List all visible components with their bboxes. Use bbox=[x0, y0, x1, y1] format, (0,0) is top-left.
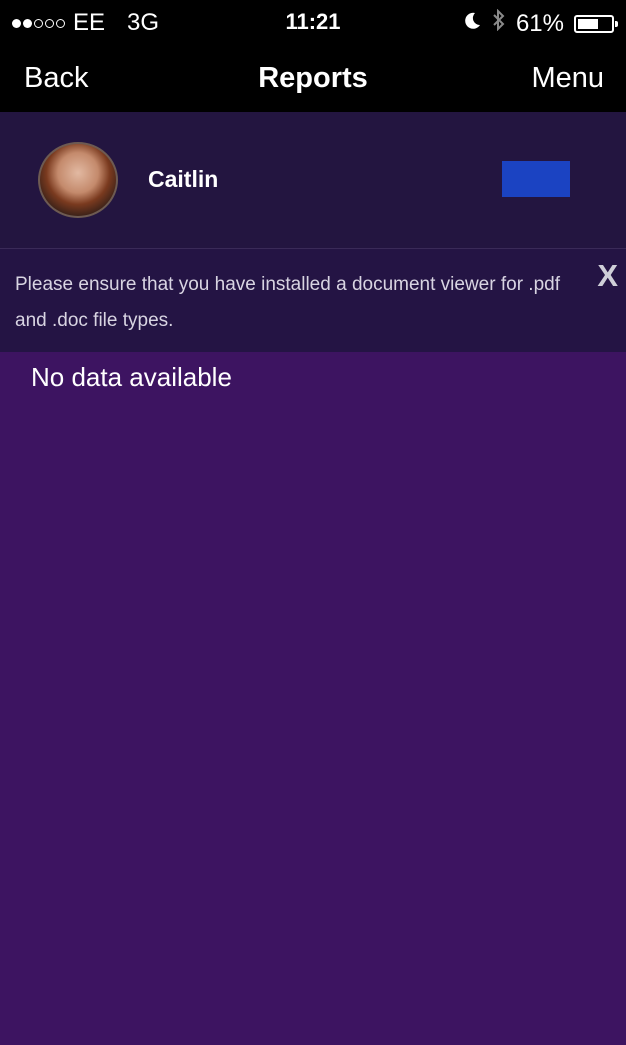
moon-icon bbox=[462, 10, 482, 38]
notice-banner: Please ensure that you have installed a … bbox=[0, 249, 626, 352]
bluetooth-icon bbox=[492, 8, 506, 38]
profile-name: Caitlin bbox=[148, 166, 219, 192]
empty-state-message: No data available bbox=[31, 362, 232, 392]
status-bar: EE 3G 11:21 61% bbox=[0, 0, 626, 46]
nav-bar: Back Reports Menu bbox=[0, 46, 626, 112]
status-right: 61% bbox=[462, 8, 618, 38]
avatar bbox=[38, 142, 118, 218]
profile-header: Caitlin bbox=[0, 112, 626, 249]
battery-icon bbox=[574, 14, 618, 33]
close-icon[interactable]: X bbox=[597, 258, 618, 294]
reports-content: No data available bbox=[0, 352, 626, 1045]
battery-percent: 61% bbox=[515, 9, 564, 37]
brand-logo bbox=[502, 161, 570, 197]
notice-text: Please ensure that you have installed a … bbox=[15, 274, 560, 331]
menu-button[interactable]: Menu bbox=[531, 62, 604, 95]
